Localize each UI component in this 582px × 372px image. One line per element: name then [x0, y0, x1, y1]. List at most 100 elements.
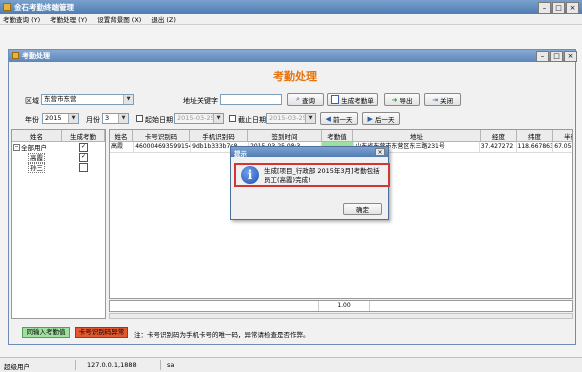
child-minimize-button[interactable]: –	[536, 51, 549, 62]
next-day-button[interactable]: ▶ 后一天	[362, 112, 400, 125]
grid-header-attendance-value[interactable]: 考勤值	[322, 130, 353, 142]
grid-header-phone-code[interactable]: 手机识别码	[190, 130, 248, 142]
dialog-ok-label: 确定	[356, 206, 369, 214]
horizontal-scrollbar[interactable]	[109, 313, 573, 319]
start-date-checkbox[interactable]	[136, 115, 143, 122]
status-sa: sa	[167, 361, 175, 369]
legend-red-label: 卡号识别码异常	[78, 328, 125, 336]
menu-item-attendance-query[interactable]: 考勤查询 (Y)	[3, 14, 40, 24]
menu-item-attendance-process[interactable]: 考勤处理 (Y)	[50, 14, 87, 24]
exit-icon: ⇥	[432, 95, 438, 104]
menu-item-background[interactable]: 设置背景图 (X)	[97, 14, 141, 24]
tree-row[interactable]: 高霞 ✓	[12, 152, 105, 163]
end-date-value: 2015-03-25	[269, 114, 307, 122]
export-button[interactable]: ➜ 导出	[384, 93, 420, 106]
end-date-checkbox[interactable]	[229, 115, 236, 122]
app-icon	[3, 3, 11, 11]
tree-check-user[interactable]: ✓	[79, 152, 88, 162]
end-date-label: 截止日期	[238, 116, 266, 124]
document-icon	[331, 95, 340, 104]
query-button[interactable]: ⌕ 查询	[287, 93, 324, 106]
tree-item-user[interactable]: 孙三	[28, 163, 45, 173]
tree-row[interactable]: − 全部用户 ✓	[12, 142, 105, 152]
grid-header-latitude[interactable]: 纬度	[517, 130, 553, 142]
prev-day-button[interactable]: ◀ 前一天	[320, 112, 358, 125]
page-heading: 考勤处理	[273, 70, 317, 83]
tree-item-all-users[interactable]: 全部用户	[21, 142, 47, 152]
child-title-bar: 考勤处理 – □ ×	[9, 50, 577, 62]
next-day-label: 后一天	[374, 115, 395, 124]
year-select[interactable]: 2015 ▼	[42, 113, 79, 124]
generate-button-label: 生成考勤单	[341, 96, 374, 105]
chevron-down-icon: ▼	[68, 114, 78, 123]
close-window-button[interactable]: ×	[566, 2, 579, 14]
start-date-picker[interactable]: 2015-03-25 ▼	[174, 113, 224, 124]
close-button-label: 关闭	[439, 96, 453, 105]
footer-total-cell: 1.00	[318, 301, 370, 311]
child-close-button[interactable]: ×	[564, 51, 577, 62]
legend-green: 同输入考勤值	[22, 327, 70, 338]
cell-radius: 67.05487	[553, 142, 572, 153]
legend-red: 卡号识别码异常	[75, 327, 128, 338]
status-divider	[160, 360, 161, 370]
export-icon: ➜	[391, 95, 398, 104]
chevron-down-icon: ▼	[213, 114, 223, 123]
collapse-icon[interactable]: −	[13, 143, 20, 151]
close-button[interactable]: ⇥ 关闭	[424, 93, 461, 106]
region-value: 东营市东营	[44, 95, 77, 103]
dialog-close-button[interactable]: ×	[375, 148, 385, 156]
dialog-message: 生成[项目_行政部 2015年3月]考勤包括员工(高霞)完成!	[264, 167, 380, 184]
minimize-button[interactable]: –	[538, 2, 551, 14]
cell-card-code: 460004693599154	[134, 142, 192, 153]
month-select[interactable]: 3 ▼	[102, 113, 129, 124]
chevron-down-icon: ▼	[305, 114, 315, 123]
start-date-label: 起始日期	[145, 116, 173, 124]
month-value: 3	[105, 114, 110, 122]
grid-header-address[interactable]: 地址	[353, 130, 481, 142]
status-divider	[75, 360, 76, 370]
menu-item-exit[interactable]: 退出 (Z)	[151, 14, 176, 24]
generate-attendance-button[interactable]: 生成考勤单	[327, 93, 378, 106]
tree-check-user[interactable]	[79, 162, 88, 172]
status-ip: 127.0.0.1,1888	[87, 361, 137, 369]
maximize-button[interactable]: □	[552, 2, 565, 14]
query-button-label: 查询	[301, 96, 315, 105]
keyword-input[interactable]	[220, 94, 282, 105]
child-window-icon	[12, 52, 19, 59]
tree-check-all-users[interactable]: ✓	[79, 142, 88, 152]
export-button-label: 导出	[399, 96, 413, 105]
grid-header-radius[interactable]: 半径	[553, 130, 572, 142]
tree-header-name: 姓名	[12, 130, 62, 142]
start-date-value: 2015-03-25	[177, 114, 215, 122]
footer-total-value: 1.00	[337, 302, 351, 309]
info-icon: i	[241, 166, 259, 184]
dialog-title-bar: 提示 ×	[231, 147, 388, 158]
grid-header-card-code[interactable]: 卡号识别码	[133, 130, 190, 142]
dialog-ok-button[interactable]: 确定	[343, 203, 382, 215]
tree-row[interactable]: 孙三	[12, 162, 105, 173]
status-user: 超级用户	[4, 363, 30, 371]
region-label: 区域	[25, 97, 39, 105]
chevron-down-icon: ▼	[123, 95, 133, 104]
arrow-right-icon: ▶	[367, 114, 373, 123]
user-tree-panel: 姓名 生成考勤 − 全部用户 ✓ 高霞 ✓ 孙三	[11, 129, 106, 319]
magnifier-icon: ⌕	[296, 95, 300, 103]
grid-header-name[interactable]: 姓名	[110, 130, 133, 142]
legend-note: 注：卡号识别码为手机卡号的唯一码，异常请检查是否作弊。	[134, 331, 310, 339]
main-title-bar: 金石考勤终端管理 – □ ×	[0, 0, 582, 14]
end-date-picker[interactable]: 2015-03-25 ▼	[266, 113, 316, 124]
grid-header-signin-time[interactable]: 签到时间	[248, 130, 322, 142]
chevron-down-icon: ▼	[118, 114, 128, 123]
dialog-title: 提示	[234, 150, 247, 158]
child-window-controls: – □ ×	[536, 51, 577, 62]
grid-footer: 1.00	[109, 300, 573, 312]
status-bar: 超级用户 127.0.0.1,1888 sa	[0, 357, 582, 372]
child-maximize-button[interactable]: □	[550, 51, 563, 62]
child-title: 考勤处理	[22, 52, 50, 60]
grid-header-longitude[interactable]: 经度	[481, 130, 517, 142]
app-title: 金石考勤终端管理	[14, 3, 74, 12]
cell-name: 高霞	[110, 142, 135, 153]
prev-day-label: 前一天	[332, 115, 353, 124]
region-select[interactable]: 东营市东营 ▼	[41, 94, 134, 105]
cell-latitude: 118.667863	[516, 142, 554, 153]
